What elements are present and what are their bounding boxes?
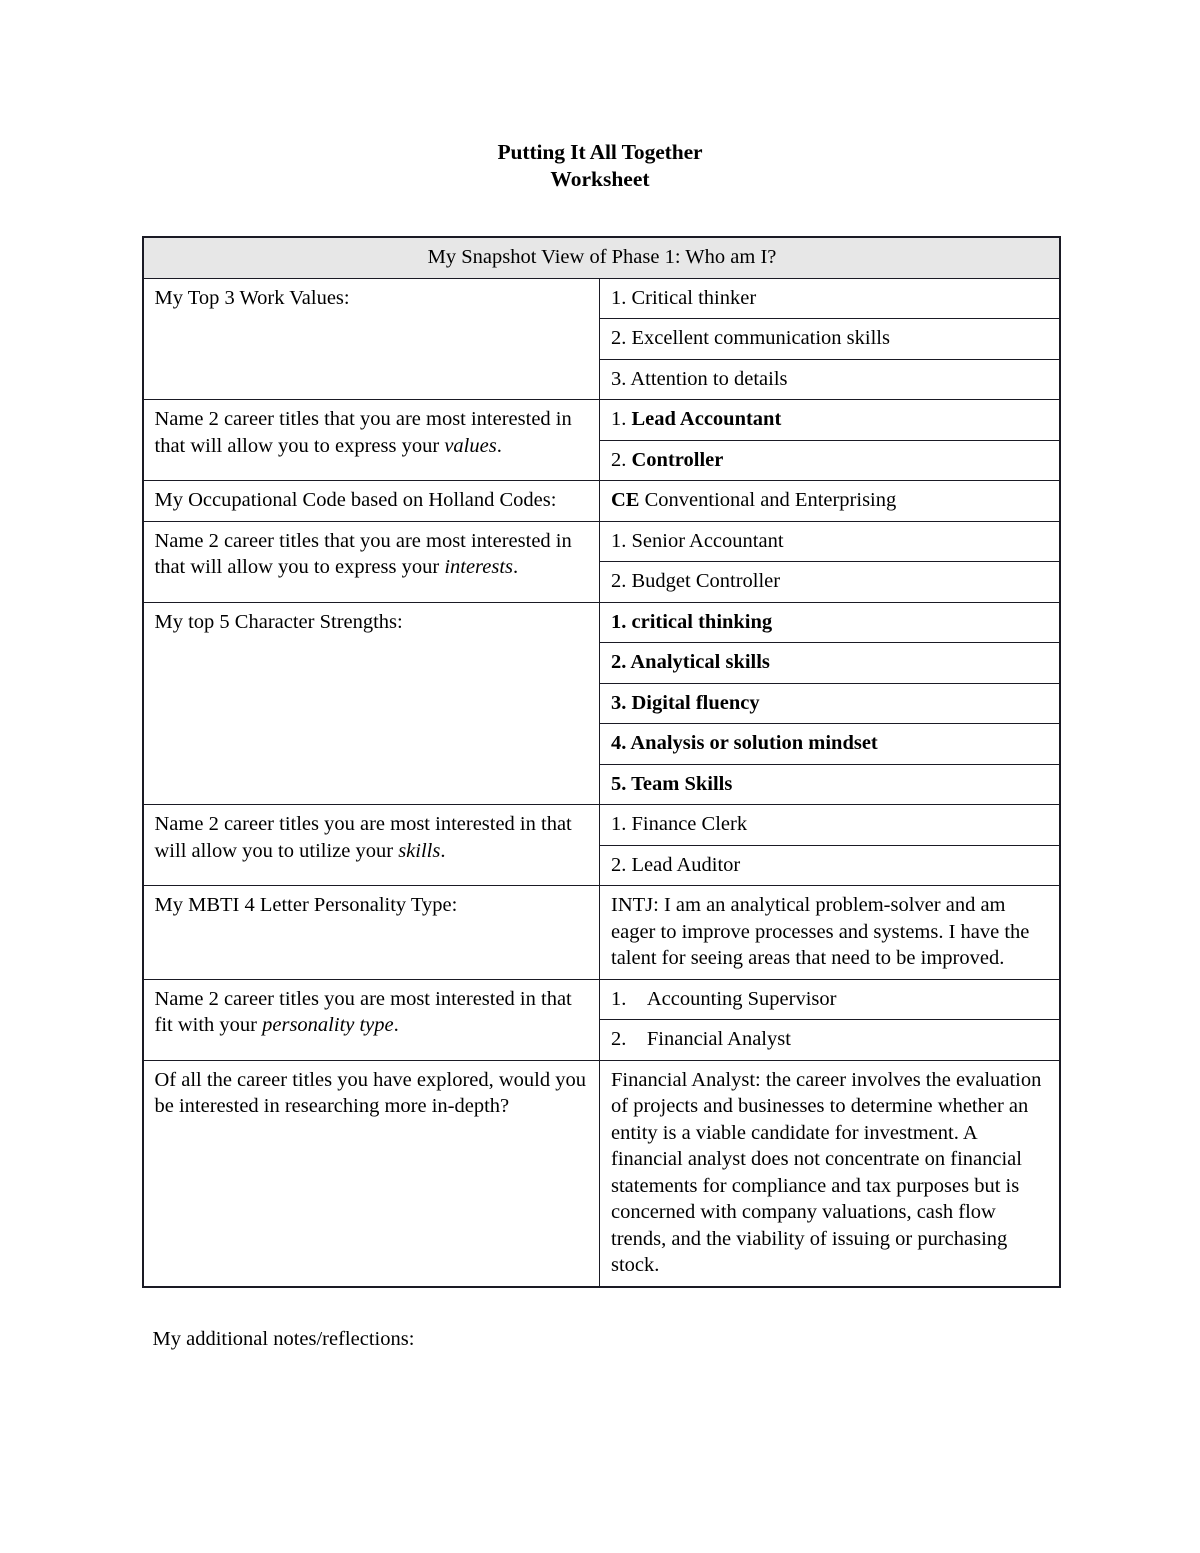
text-run: My Occupational Code based on Holland Co… — [154, 489, 557, 511]
text-run: Name 2 career titles that you are most i… — [154, 408, 572, 457]
worksheet-table-wrap: My Snapshot View of Phase 1: Who am I? M… — [141, 236, 1061, 1288]
table-header-row: My Snapshot View of Phase 1: Who am I? — [141, 236, 1061, 279]
row-value-cell: 1. Finance Clerk — [598, 804, 1061, 846]
text-run: 1. Accounting Supervisor — [611, 987, 837, 1010]
row-value-cell: 2. Excellent communication skills — [598, 318, 1061, 360]
table-row: Name 2 career titles you are most intere… — [142, 804, 1061, 886]
table-row: My MBTI 4 Letter Personality Type: INTJ: … — [142, 885, 1061, 980]
text-run: Conventional and Enterprising — [639, 489, 897, 511]
text-run: INTJ: I am an analytical problem-solver … — [611, 894, 1030, 969]
table-row: My Occupational Code based on Holland Co… — [142, 480, 1061, 522]
text-run: 5. Team Skills — [611, 772, 733, 795]
table-row: My Top 3 Work Values: 1. Critical thinker — [142, 277, 1061, 400]
text-run: skills — [398, 839, 441, 862]
row-value-cell: 2. Analytical skills — [598, 642, 1061, 684]
row-label-cell: My MBTI 4 Letter Personality Type: — [142, 885, 600, 980]
text-run: values — [444, 434, 497, 457]
row-value-cell: Financial Analyst: the career involves t… — [598, 1059, 1061, 1287]
row-value-cell: 3. Attention to details — [598, 358, 1061, 400]
text-run: 2. — [611, 448, 632, 471]
row-value-cell: 2. Budget Controller — [598, 561, 1061, 603]
row-value-cell: 1. Accounting Supervisor — [598, 978, 1061, 1020]
text-run: Name 2 career titles you are most intere… — [154, 813, 572, 862]
row-value-cell: 1. Lead Accountant — [598, 399, 1061, 441]
row-value-cell: 4. Analysis or solution mindset — [598, 723, 1061, 765]
table-body: My Snapshot View of Phase 1: Who am I? M… — [141, 236, 1061, 1287]
text-run: . — [513, 556, 519, 578]
row-label-cell: My top 5 Character Strengths: — [142, 601, 600, 805]
row-label-cell: Name 2 career titles you are most intere… — [142, 978, 600, 1061]
row-value-cell: CE Conventional and Enterprising — [598, 480, 1061, 522]
text-run: My MBTI 4 Letter Personality Type: — [154, 894, 458, 916]
title-block: Putting It All Together Worksheet — [0, 0, 1200, 193]
text-run: 2. Analytical skills — [611, 651, 770, 673]
additional-notes-label: My additional notes/reflections: — [152, 1327, 415, 1350]
text-run: 4. Analysis or solution mindset — [611, 732, 878, 754]
row-value-cell: 2. Lead Auditor — [598, 844, 1061, 886]
text-run: 2. Lead Auditor — [611, 853, 741, 876]
text-run: . — [440, 839, 446, 862]
row-label-cell: Name 2 career titles that you are most i… — [142, 520, 600, 603]
table-header-cell: My Snapshot View of Phase 1: Who am I? — [141, 236, 1061, 279]
text-run: My top 5 Character Strengths: — [154, 610, 403, 633]
row-value-cell: 3. Digital fluency — [598, 682, 1061, 724]
row-label-cell: Of all the career titles you have explor… — [142, 1059, 600, 1287]
text-run: My Top 3 Work Values: — [154, 286, 350, 309]
row-value-cell: 2. Controller — [598, 439, 1061, 481]
text-run: 3. Digital fluency — [611, 691, 760, 714]
row-value-cell: INTJ: I am an analytical problem-solver … — [598, 885, 1061, 980]
table-row: Name 2 career titles you are most intere… — [142, 978, 1061, 1061]
text-run: 1. Finance Clerk — [611, 813, 748, 835]
page-title: Putting It All Together — [497, 140, 703, 164]
snapshot-table: My Snapshot View of Phase 1: Who am I? M… — [141, 236, 1061, 1288]
text-run: interests — [444, 556, 514, 578]
text-run: 3. Attention to details — [611, 367, 788, 390]
row-label-cell: Name 2 career titles that you are most i… — [142, 399, 600, 481]
row-value-cell: 5. Team Skills — [598, 763, 1061, 805]
row-label-cell: My Occupational Code based on Holland Co… — [142, 480, 600, 522]
row-value-cell: 1. critical thinking — [598, 601, 1061, 643]
table-row: Name 2 career titles that you are most i… — [142, 399, 1061, 481]
text-run: Lead Accountant — [631, 408, 782, 430]
text-run: CE — [611, 489, 640, 511]
row-label-cell: Name 2 career titles you are most intere… — [142, 804, 600, 886]
text-run: 2. Excellent communication skills — [611, 327, 890, 349]
table-row: Of all the career titles you have explor… — [142, 1059, 1061, 1287]
text-run: 2. Financial Analyst — [611, 1028, 791, 1050]
text-run: Financial Analyst: the career involves t… — [611, 1068, 1042, 1277]
text-run: 1. Senior Accountant — [611, 529, 784, 552]
table-row: My top 5 Character Strengths: 1. critical… — [142, 601, 1061, 805]
text-run: 1. Critical thinker — [611, 286, 757, 309]
row-label-cell: My Top 3 Work Values: — [142, 277, 600, 400]
text-run: . — [393, 1014, 399, 1036]
row-value-cell: 1. Senior Accountant — [598, 520, 1061, 562]
table-row: Name 2 career titles that you are most i… — [142, 520, 1061, 603]
text-run: 2. Budget Controller — [611, 570, 781, 592]
worksheet-page: Putting It All Together Worksheet My Sna… — [0, 0, 1200, 1553]
page-subtitle: Worksheet — [550, 167, 650, 191]
text-run: 1. critical thinking — [611, 610, 773, 633]
text-run: personality type — [262, 1014, 394, 1036]
text-run: . — [496, 434, 502, 457]
text-run: Controller — [631, 448, 724, 471]
text-run: 1. — [611, 408, 632, 430]
text-run: Of all the career titles you have explor… — [154, 1068, 587, 1118]
row-value-cell: 1. Critical thinker — [598, 277, 1061, 319]
row-value-cell: 2. Financial Analyst — [598, 1019, 1061, 1061]
